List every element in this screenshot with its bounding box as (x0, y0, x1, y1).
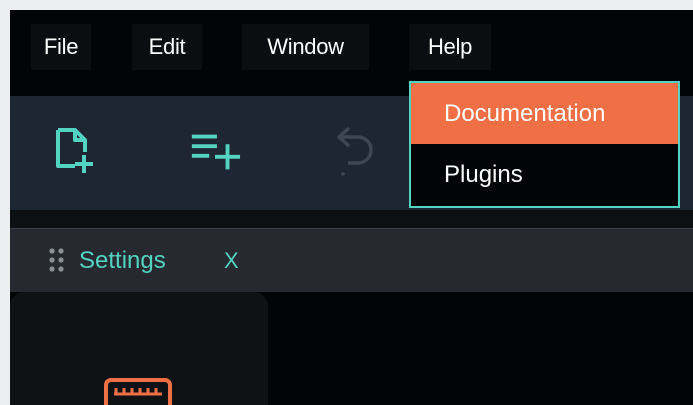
menu-file[interactable]: File (31, 24, 91, 70)
app-window: File Edit Window Help Settings X Documen… (10, 10, 693, 405)
drag-handle-icon (49, 248, 64, 272)
tab-bar: Settings X (10, 228, 693, 292)
toolbar-divider (10, 210, 693, 228)
undo-icon (337, 126, 373, 176)
menu-help[interactable]: Help (409, 24, 491, 70)
settings-category-card[interactable] (10, 292, 268, 405)
content-area (10, 292, 693, 405)
tab-settings[interactable]: Settings (79, 229, 166, 293)
keyboard-icon (104, 378, 172, 405)
add-to-list-button[interactable] (188, 124, 242, 178)
menu-edit[interactable]: Edit (132, 24, 202, 70)
tab-settings-drag-handle[interactable] (48, 247, 66, 278)
menu-window[interactable]: Window (242, 24, 369, 70)
help-dropdown-menu: Documentation Plugins (409, 81, 680, 208)
new-file-button[interactable] (47, 124, 101, 178)
tab-close-button[interactable]: X (224, 229, 239, 293)
add-to-list-icon (191, 134, 241, 170)
menu-item-plugins[interactable]: Plugins (411, 144, 678, 206)
undo-button[interactable] (328, 124, 382, 178)
menu-item-documentation[interactable]: Documentation (411, 83, 678, 144)
new-file-icon (56, 128, 93, 173)
